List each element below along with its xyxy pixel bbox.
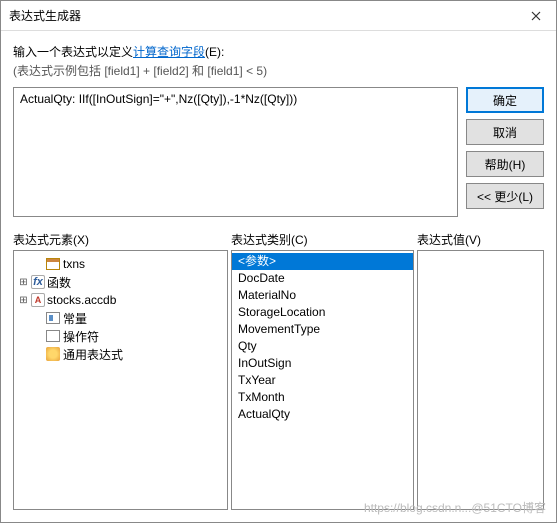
common-expr-icon — [45, 346, 61, 362]
panel-headers: 表达式元素(X) 表达式类别(C) 表达式值(V) — [13, 231, 544, 248]
button-column: 确定 取消 帮助(H) << 更少(L) — [466, 87, 544, 217]
list-item[interactable]: <参数> — [232, 253, 413, 270]
titlebar: 表达式生成器 — [1, 1, 556, 31]
tree-node[interactable]: 常量 — [16, 309, 225, 327]
database-icon: A — [31, 293, 45, 307]
elements-header: 表达式元素(X) — [13, 231, 231, 248]
elements-panel[interactable]: txns⊞fx函数⊞Astocks.accdb常量操作符通用表达式 — [13, 250, 228, 510]
tree-label: 常量 — [63, 310, 87, 327]
example-text: (表达式示例包括 [field1] + [field2] 和 [field1] … — [13, 62, 544, 79]
expand-icon[interactable]: ⊞ — [18, 295, 29, 306]
categories-list: <参数>DocDateMaterialNoStorageLocationMove… — [232, 251, 413, 425]
list-item[interactable]: MovementType — [232, 321, 413, 338]
tree-label: txns — [63, 257, 85, 271]
help-button[interactable]: 帮助(H) — [466, 151, 544, 177]
expand-icon[interactable]: ⊞ — [18, 277, 29, 288]
list-item[interactable]: StorageLocation — [232, 304, 413, 321]
categories-panel[interactable]: <参数>DocDateMaterialNoStorageLocationMove… — [231, 250, 414, 510]
tree-node[interactable]: ⊞fx函数 — [16, 273, 225, 291]
categories-header: 表达式类别(C) — [231, 231, 417, 248]
ok-button[interactable]: 确定 — [466, 87, 544, 113]
list-item[interactable]: InOutSign — [232, 355, 413, 372]
list-item[interactable]: MaterialNo — [232, 287, 413, 304]
list-item[interactable]: TxYear — [232, 372, 413, 389]
tree-node[interactable]: ⊞Astocks.accdb — [16, 291, 225, 309]
calc-field-link[interactable]: 计算查询字段 — [133, 45, 205, 59]
cancel-button[interactable]: 取消 — [466, 119, 544, 145]
dialog-content: 输入一个表达式以定义计算查询字段(E): (表达式示例包括 [field1] +… — [1, 31, 556, 522]
values-panel[interactable] — [417, 250, 544, 510]
list-item[interactable]: Qty — [232, 338, 413, 355]
expression-input[interactable] — [13, 87, 458, 217]
tree-node[interactable]: 通用表达式 — [16, 345, 225, 363]
operator-icon — [45, 328, 61, 344]
values-header: 表达式值(V) — [417, 231, 544, 248]
panels: txns⊞fx函数⊞Astocks.accdb常量操作符通用表达式 <参数>Do… — [13, 250, 544, 510]
list-item[interactable]: ActualQty — [232, 406, 413, 423]
tree-node[interactable]: txns — [16, 255, 225, 273]
tree-node[interactable]: 操作符 — [16, 327, 225, 345]
tree-label: stocks.accdb — [47, 293, 116, 307]
constant-icon — [45, 310, 61, 326]
less-button[interactable]: << 更少(L) — [466, 183, 544, 209]
list-item[interactable]: DocDate — [232, 270, 413, 287]
tree-label: 操作符 — [63, 328, 99, 345]
tree-label: 通用表达式 — [63, 346, 123, 363]
function-icon: fx — [31, 275, 45, 289]
prompt-text: 输入一个表达式以定义计算查询字段(E): — [13, 43, 544, 60]
window-title: 表达式生成器 — [9, 7, 516, 24]
table-icon — [45, 256, 61, 272]
close-icon — [531, 11, 541, 21]
list-item[interactable]: TxMonth — [232, 389, 413, 406]
elements-tree: txns⊞fx函数⊞Astocks.accdb常量操作符通用表达式 — [14, 251, 227, 367]
close-button[interactable] — [516, 1, 556, 31]
tree-label: 函数 — [47, 274, 71, 291]
